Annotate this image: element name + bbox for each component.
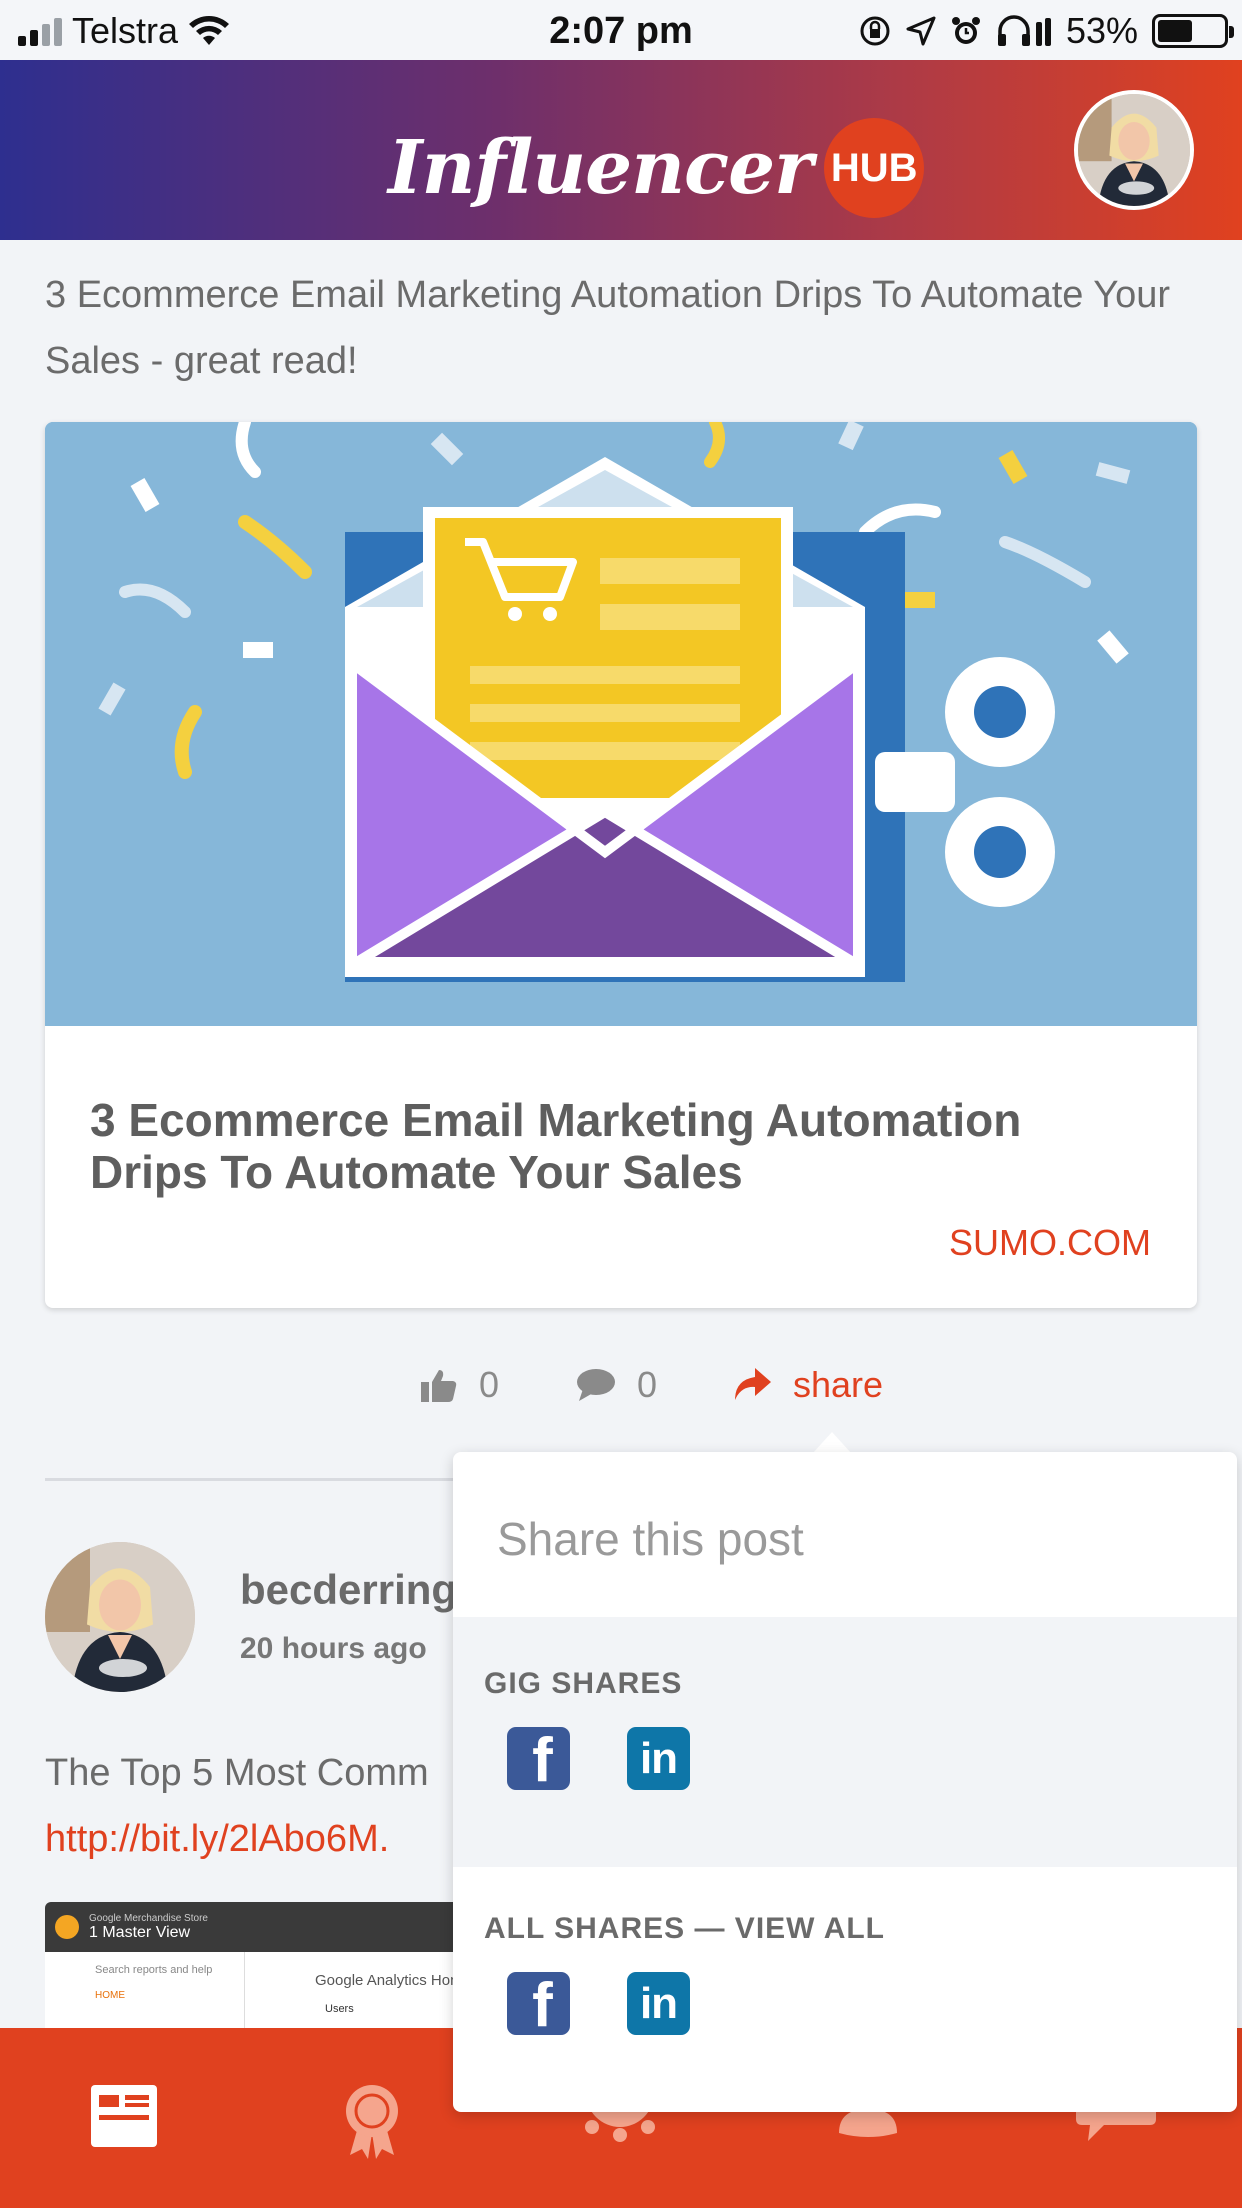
location-icon (906, 16, 936, 46)
award-icon (346, 2085, 398, 2159)
linkedin-icon[interactable]: in (627, 1727, 690, 1790)
share-popover: Share this post GIG SHARES f in ALL SHAR… (453, 1452, 1237, 2112)
share-popover-caret (812, 1432, 852, 1454)
ga-home: HOME (95, 1990, 125, 2001)
post-actions: 0 0 share (0, 1364, 1242, 1414)
nav-feed[interactable] (74, 2083, 174, 2163)
gig-shares-section: GIG SHARES f in (453, 1617, 1237, 1867)
profile-avatar[interactable] (1074, 90, 1194, 210)
link-preview-card[interactable]: 3 Ecommerce Email Marketing Automation D… (45, 422, 1197, 1308)
author-name[interactable]: becderring (240, 1566, 457, 1614)
link-preview-title[interactable]: 3 Ecommerce Email Marketing Automation D… (90, 1094, 1150, 1198)
author-avatar[interactable] (45, 1542, 195, 1692)
analytics-logo-icon (55, 1915, 79, 1939)
status-bar: Telstra 2:07 pm 53% (0, 0, 1242, 60)
ga-search: Search reports and help (95, 1964, 213, 1976)
facebook-icon[interactable]: f (507, 1972, 570, 2035)
orientation-lock-icon (860, 16, 890, 46)
ga-store-name: Google Merchandise Store (89, 1912, 208, 1924)
author-avatar-image (45, 1542, 195, 1692)
post-timestamp: 20 hours ago (240, 1632, 427, 1665)
logo-badge: HUB (824, 118, 925, 218)
status-right: 53% (858, 10, 1234, 52)
feed-icon (91, 2085, 157, 2147)
all-shares-label[interactable]: ALL SHARES — VIEW ALL (484, 1912, 885, 1946)
ga-view-name: 1 Master View (89, 1923, 191, 1941)
like-button[interactable]: 0 (421, 1364, 499, 1406)
comment-icon (577, 1369, 615, 1401)
headphones-icon (997, 15, 1051, 46)
share-button[interactable]: share (733, 1364, 883, 1406)
comment-button[interactable]: 0 (577, 1364, 657, 1406)
share-label: share (793, 1364, 884, 1405)
link-preview-source[interactable]: SUMO.COM (949, 1222, 1151, 1264)
thumbs-up-icon (421, 1370, 457, 1402)
share-popover-title: Share this post (497, 1513, 804, 1565)
gig-shares-label: GIG SHARES (484, 1667, 683, 1700)
battery-fill (1158, 20, 1192, 42)
post-text: The Top 5 Most Comm (45, 1752, 429, 1794)
linkedin-icon[interactable]: in (627, 1972, 690, 2035)
battery-percent: 53% (1065, 10, 1138, 51)
avatar-image (1078, 94, 1190, 206)
app-logo[interactable]: Influencer HUB (388, 118, 925, 218)
battery-icon (1152, 14, 1234, 48)
all-shares-icons: f in (507, 1972, 690, 2035)
post-link[interactable]: http://bit.ly/2lAbo6M. (45, 1806, 389, 1872)
post-text: 3 Ecommerce Email Marketing Automation D… (45, 274, 1171, 382)
alarm-icon (951, 17, 980, 44)
facebook-icon[interactable]: f (507, 1727, 570, 1790)
nav-awards[interactable] (322, 2083, 422, 2163)
share-arrow-icon (735, 1368, 771, 1400)
gig-shares-icons: f in (507, 1727, 690, 1790)
logo-text: Influencer (388, 125, 813, 211)
ga-sidebar: Search reports and help HOME (45, 1952, 245, 2032)
comment-count: 0 (637, 1364, 658, 1405)
like-count: 0 (479, 1364, 500, 1405)
app-header: Influencer HUB (0, 60, 1242, 240)
link-preview-image (45, 422, 1197, 1026)
